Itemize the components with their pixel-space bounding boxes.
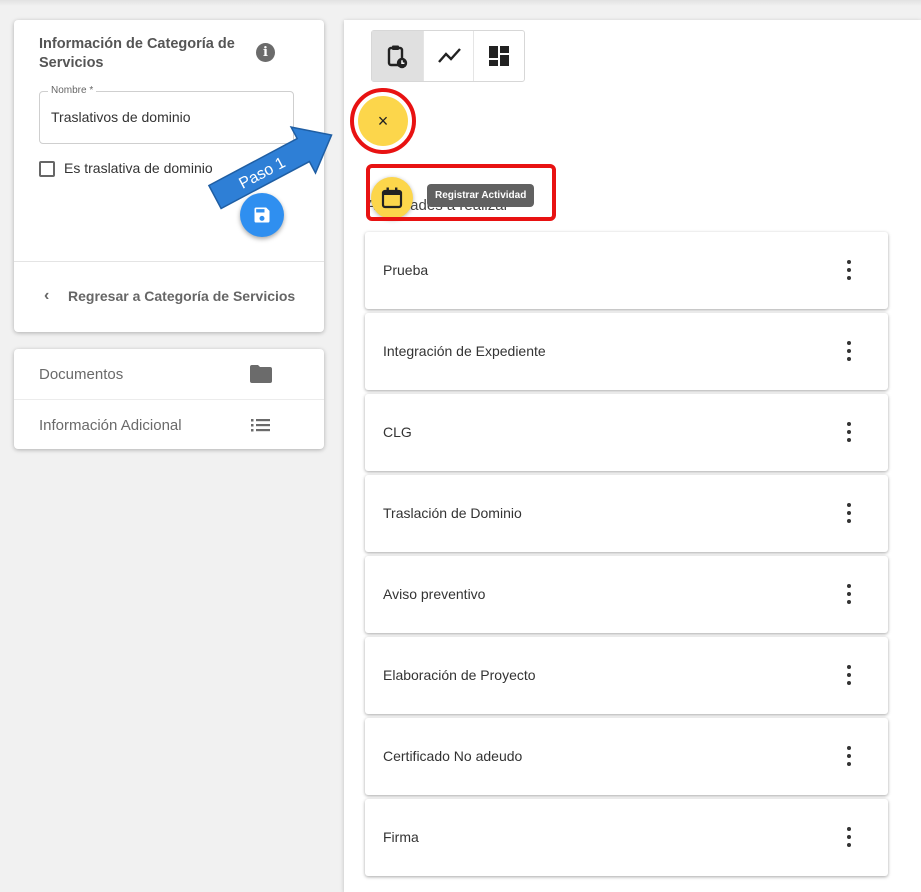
menu-item-documentos[interactable]: Documentos (14, 349, 324, 399)
view-dashboard-button[interactable] (473, 31, 524, 81)
menu-item-label: Documentos (39, 366, 124, 383)
activity-item[interactable]: Prueba (365, 232, 888, 309)
name-field-label: Nombre * (48, 85, 97, 96)
activity-label: Elaboración de Proyecto (383, 667, 536, 683)
side-menu-card: Documentos Información Adicional (14, 349, 324, 449)
activity-item[interactable]: Firma (365, 799, 888, 876)
step-arrow-annotation: Paso 1 (207, 126, 333, 210)
chevron-left-icon: ‹ (44, 287, 50, 304)
view-trend-button[interactable] (422, 31, 474, 81)
close-fab-highlight: × (350, 88, 416, 154)
more-vert-icon[interactable] (843, 827, 855, 847)
activity-item[interactable]: Traslación de Dominio (365, 475, 888, 552)
activity-label: Prueba (383, 262, 429, 278)
tooltip-highlight-box (366, 164, 556, 221)
activity-label: Aviso preventivo (383, 586, 486, 602)
card-divider (14, 261, 324, 262)
activity-label: Traslación de Dominio (383, 505, 522, 521)
trending-line-icon (437, 48, 461, 63)
translative-checkbox-label: Es traslativa de dominio (64, 160, 213, 176)
activity-item[interactable]: Elaboración de Proyecto (365, 637, 888, 714)
activity-label: CLG (383, 424, 412, 440)
activity-label: Certificado No adeudo (383, 748, 523, 764)
more-vert-icon[interactable] (843, 665, 855, 685)
dashboard-grid-icon (489, 46, 510, 66)
more-vert-icon[interactable] (843, 503, 855, 523)
menu-item-informacion-adicional[interactable]: Información Adicional (14, 399, 324, 449)
activity-item[interactable]: Integración de Expediente (365, 313, 888, 390)
more-vert-icon[interactable] (843, 746, 855, 766)
more-vert-icon[interactable] (843, 260, 855, 280)
more-vert-icon[interactable] (843, 584, 855, 604)
activity-item[interactable]: CLG (365, 394, 888, 471)
activity-item[interactable]: Certificado No adeudo (365, 718, 888, 795)
list-icon (251, 419, 270, 432)
top-edge (0, 0, 921, 6)
view-toolbar (371, 30, 525, 82)
category-card-title: Información de Categoría de Servicios (39, 36, 235, 71)
close-fab-button[interactable]: × (358, 96, 408, 146)
more-vert-icon[interactable] (843, 422, 855, 442)
back-link-label: Regresar a Categoría de Servicios (68, 288, 296, 304)
clipboard-clock-icon (387, 45, 408, 69)
activity-label: Firma (383, 829, 419, 845)
info-icon[interactable]: i (256, 43, 275, 62)
view-tasks-button[interactable] (372, 31, 423, 81)
menu-item-label: Información Adicional (39, 417, 182, 434)
activities-panel: × Actividades a realizar Registrar Activ… (344, 20, 921, 892)
more-vert-icon[interactable] (843, 341, 855, 361)
folder-icon (250, 365, 272, 383)
activity-label: Integración de Expediente (383, 343, 546, 359)
translative-checkbox[interactable] (39, 161, 55, 177)
activity-item[interactable]: Aviso preventivo (365, 556, 888, 633)
